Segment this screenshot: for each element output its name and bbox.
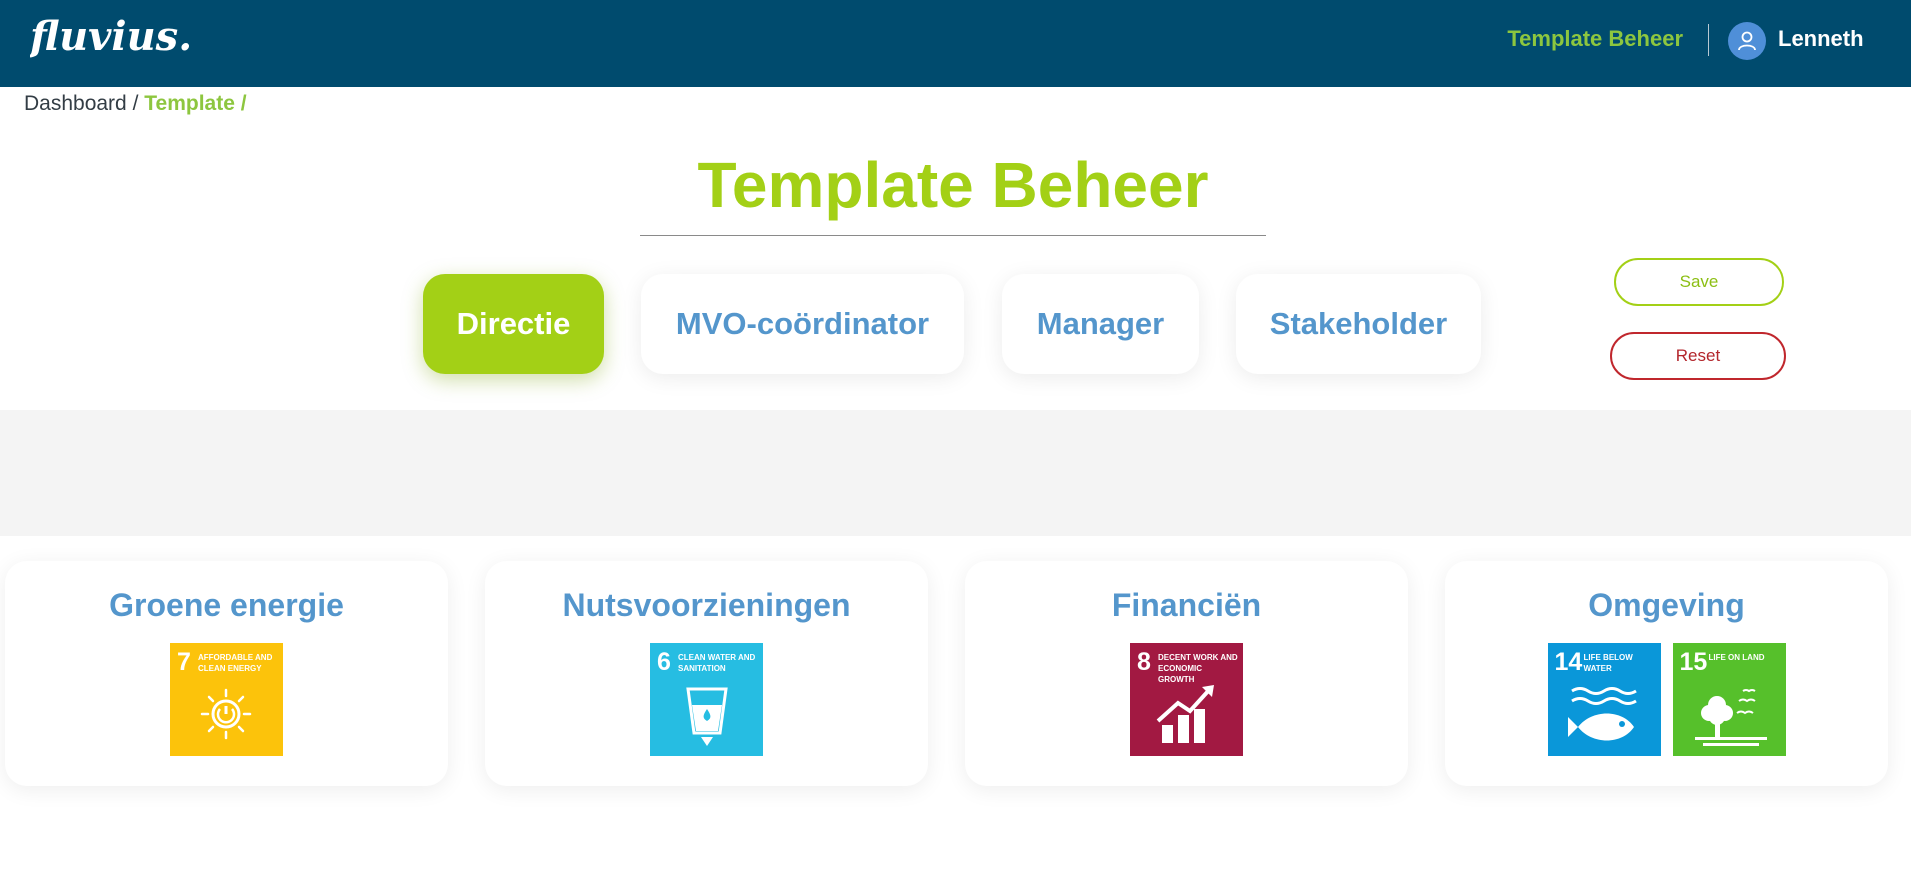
category-card-omgeving[interactable]: Omgeving 14 Life below water 15 Life on … (1445, 561, 1888, 786)
fluvius-logo[interactable]: fluvius. (30, 8, 190, 70)
breadcrumb-dashboard[interactable]: Dashboard (24, 92, 127, 115)
card-title: Nutsvoorzieningen (562, 587, 851, 623)
content-divider-band (0, 410, 1911, 536)
title-underline (640, 235, 1266, 236)
water-glass-icon (686, 687, 728, 746)
tab-mvo-coordinator[interactable]: MVO-coördinator (641, 274, 964, 374)
fish-icon (1567, 687, 1637, 741)
sdg-tile: 8 Decent work and economic growth (1130, 643, 1243, 756)
tree-icon (1694, 689, 1767, 746)
breadcrumb: Dashboard / Template / (24, 92, 247, 116)
card-title: Financiën (1111, 587, 1262, 623)
sdg-tile: 6 Clean water and sanitation (650, 643, 763, 756)
reset-button[interactable]: Reset (1610, 332, 1786, 380)
save-button[interactable]: Save (1614, 258, 1784, 306)
category-card-nutsvoorzieningen[interactable]: Nutsvoorzieningen 6 Clean water and sani… (485, 561, 928, 786)
nav-divider (1708, 24, 1709, 56)
tab-manager[interactable]: Manager (1002, 274, 1199, 374)
nav-link-template-beheer[interactable]: Template Beheer (1507, 26, 1683, 52)
category-card-financien[interactable]: Financiën 8 Decent work and economic gro… (965, 561, 1408, 786)
breadcrumb-separator: / (240, 92, 247, 115)
user-name[interactable]: Lenneth (1778, 26, 1864, 52)
card-title: Omgeving (1588, 587, 1745, 623)
sdg-tile: 14 Life below water (1547, 643, 1661, 756)
category-card-groene-energie[interactable]: Groene energie 7 Affordable and clean en… (5, 561, 448, 786)
sdg-tile: 7 Affordable and clean energy (170, 643, 283, 756)
tab-stakeholder[interactable]: Stakeholder (1236, 274, 1481, 374)
breadcrumb-separator: / (132, 92, 139, 115)
card-title: Groene energie (109, 587, 344, 623)
sdg-tile: 15 Life on land (1672, 643, 1786, 756)
page-title: Template Beheer (697, 149, 1209, 221)
sun-power-icon (200, 688, 252, 740)
breadcrumb-template[interactable]: Template (144, 92, 235, 115)
logo-wordmark: fluvius. (30, 13, 190, 60)
tab-directie[interactable]: Directie (423, 274, 604, 374)
user-avatar[interactable] (1728, 22, 1766, 60)
growth-chart-icon (1156, 685, 1214, 743)
top-navigation-bar: fluvius. Template Beheer Lenneth (0, 0, 1911, 87)
user-icon (1738, 31, 1756, 51)
